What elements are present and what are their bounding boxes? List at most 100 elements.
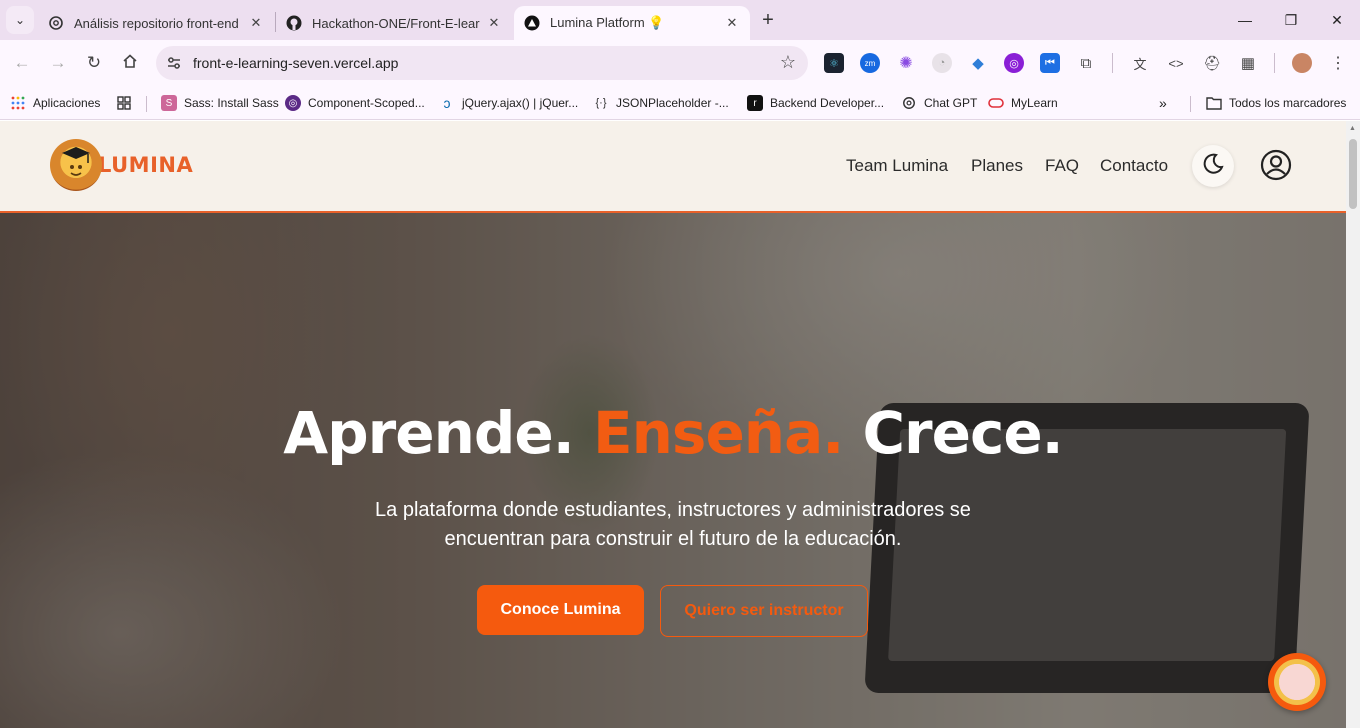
nav-contacto[interactable]: Contacto (1100, 156, 1168, 176)
plus-icon: + (762, 8, 774, 31)
hero-title-part2: Enseña. (593, 399, 844, 467)
conoce-lumina-button[interactable]: Conoce Lumina (477, 585, 644, 635)
hero-subtitle: La plataforma donde estudiantes, instruc… (375, 499, 971, 550)
restore-button[interactable]: ❐ (1268, 0, 1314, 40)
code-icon[interactable]: <> (1166, 53, 1186, 73)
drop-extension-icon[interactable]: ◆ (968, 53, 988, 73)
brand-logo[interactable]: LUMINA (50, 139, 193, 191)
scroll-thumb[interactable] (1349, 139, 1357, 209)
mylearn-icon (988, 95, 1004, 111)
user-circle-icon (1260, 149, 1292, 186)
gear-extension-icon[interactable]: ✺ (896, 53, 916, 73)
all-bookmarks-folder[interactable]: Todos los marcadores (1206, 93, 1346, 113)
more-menu-icon[interactable]: ⋮ (1328, 53, 1348, 73)
arrow-left-icon: ← (13, 53, 31, 72)
bookmark-star-icon[interactable]: ☆ (780, 52, 796, 73)
bookmark-jsonplaceholder[interactable]: {·} JSONPlaceholder -... (593, 93, 729, 113)
zoom-icon[interactable]: zm (860, 53, 880, 73)
bookmark-label: MyLearn (1011, 96, 1058, 110)
restore-icon: ❐ (1284, 11, 1298, 28)
bookmark-grid[interactable] (116, 93, 139, 113)
page-viewport: LUMINA Team Lumina Planes FAQ Contacto A… (0, 121, 1346, 728)
bookmark-apps[interactable]: Aplicaciones (10, 93, 100, 113)
profile-avatar[interactable] (1292, 53, 1312, 73)
folder-icon (1206, 95, 1222, 111)
bookmarks-bar: Aplicaciones S Sass: Install Sass ◎ Comp… (0, 86, 1360, 120)
react-devtools-icon[interactable]: ⚛ (824, 53, 844, 73)
hero-title-part1: Aprende. (283, 399, 575, 467)
tab-title: Análisis repositorio front-end (74, 15, 239, 31)
close-icon[interactable]: ✕ (724, 15, 740, 31)
tab-layout-icon[interactable]: ▦ (1238, 53, 1258, 73)
tab-search-button[interactable]: ⌄ (6, 6, 34, 34)
nav-team-lumina[interactable]: Team Lumina (846, 156, 948, 176)
close-icon[interactable]: ✕ (248, 15, 264, 31)
hero-title: Aprende. Enseña. Crece. (0, 399, 1346, 467)
user-account-button[interactable] (1258, 149, 1294, 185)
bookmark-label: Backend Developer... (770, 96, 885, 110)
bookmark-chatgpt[interactable]: Chat GPT (901, 93, 977, 113)
extensions-puzzle-icon[interactable]: ⧉ (1076, 53, 1096, 73)
forward-button[interactable]: → (44, 49, 72, 77)
translate-icon[interactable]: 文 (1130, 53, 1150, 73)
tab-github[interactable]: Hackathon-ONE/Front-E-learning ✕ (276, 6, 512, 40)
toolbar-divider (1112, 53, 1113, 73)
close-icon[interactable]: ✕ (486, 15, 502, 31)
lumina-mascot-icon (50, 139, 102, 191)
new-tab-button[interactable]: + (756, 8, 780, 32)
nav-faq[interactable]: FAQ (1045, 156, 1079, 176)
bookmark-jquery[interactable]: ↄ jQuery.ajax() | jQuer... (439, 93, 579, 113)
theme-toggle-button[interactable] (1192, 145, 1234, 187)
close-window-button[interactable]: ✕ (1314, 0, 1360, 40)
bookmark-backend[interactable]: r Backend Developer... (747, 93, 884, 113)
jquery-icon: ↄ (443, 95, 451, 111)
toolbar-divider (1274, 53, 1275, 73)
github-icon (286, 15, 302, 31)
browser-toolbar: ← → ↻ front-e-learning-seven.vercel.app … (0, 40, 1360, 86)
page-scrollbar[interactable]: ▲ (1346, 121, 1360, 728)
incognito-icon[interactable]: ⛑ (1202, 53, 1222, 73)
hero-title-part3: Crece. (862, 399, 1063, 467)
chevron-down-icon: ⌄ (14, 13, 26, 27)
bookmark-mylearn[interactable]: MyLearn (988, 93, 1058, 113)
home-icon (122, 53, 138, 74)
tab-title: Lumina Platform 💡 (550, 15, 665, 30)
bookmark-label: Component-Scoped... (308, 96, 425, 110)
arrow-right-icon: → (49, 53, 67, 72)
close-icon: ✕ (1331, 11, 1343, 28)
apps-grid-icon (10, 95, 26, 111)
bookmark-sass[interactable]: S Sass: Install Sass (161, 93, 279, 113)
clock-extension-icon[interactable]: ◔ (932, 53, 952, 73)
back-button[interactable]: ← (8, 49, 36, 77)
home-button[interactable] (116, 49, 144, 77)
assistant-avatar-icon (1274, 659, 1320, 705)
bookmark-label: JSONPlaceholder -... (616, 96, 729, 110)
minimize-button[interactable]: — (1222, 0, 1268, 40)
double-chevron-right-icon: » (1159, 95, 1167, 111)
globe-extension-icon[interactable]: ◎ (1004, 53, 1024, 73)
scroll-up-arrow-icon[interactable]: ▲ (1349, 125, 1356, 132)
tab-analisis[interactable]: Análisis repositorio front-end ✕ (38, 6, 274, 40)
bookmark-label: Aplicaciones (33, 96, 101, 110)
bookmark-component[interactable]: ◎ Component-Scoped... (285, 93, 425, 113)
address-bar[interactable]: front-e-learning-seven.vercel.app ☆ (156, 46, 808, 80)
brand-name: LUMINA (98, 153, 194, 177)
tab-title: Hackathon-ONE/Front-E-learning (312, 15, 480, 31)
tab-strip: ⌄ Análisis repositorio front-end ✕ Hacka… (0, 0, 1360, 40)
skip-extension-icon[interactable]: ⏮ (1040, 53, 1060, 73)
tab-lumina[interactable]: Lumina Platform 💡 ✕ (514, 6, 750, 40)
bookmark-label: Sass: Install Sass (184, 96, 279, 110)
bookmarks-overflow-button[interactable]: » (1159, 93, 1167, 113)
openai-icon (901, 95, 917, 111)
moon-icon (1201, 152, 1225, 181)
nav-planes[interactable]: Planes (971, 156, 1023, 176)
site-info-icon[interactable] (164, 53, 184, 73)
minimize-icon: — (1238, 12, 1252, 28)
chat-assistant-button[interactable] (1268, 653, 1326, 711)
grid-icon (116, 95, 132, 111)
hero-overlay (0, 213, 1346, 728)
reload-icon: ↻ (86, 53, 102, 72)
reload-button[interactable]: ↻ (80, 49, 108, 77)
url-text: front-e-learning-seven.vercel.app (193, 55, 399, 71)
quiero-ser-instructor-button[interactable]: Quiero ser instructor (660, 585, 868, 637)
